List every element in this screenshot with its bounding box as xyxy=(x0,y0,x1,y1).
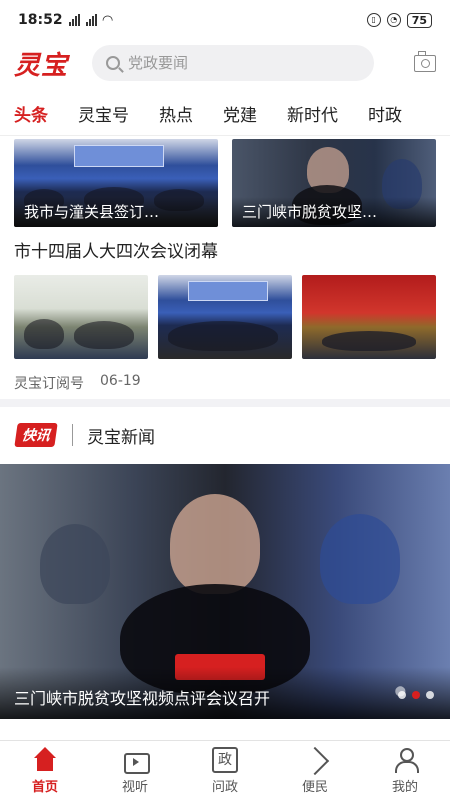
search-icon xyxy=(106,56,120,70)
carousel-dot[interactable] xyxy=(398,691,406,699)
carousel-dot-active[interactable] xyxy=(412,691,420,699)
attendee-shape xyxy=(24,319,64,349)
tv-icon xyxy=(122,747,150,774)
app-logo: 灵宝 xyxy=(14,50,69,81)
nav-wenzheng-label: 问政 xyxy=(211,779,238,795)
stage-shape xyxy=(322,331,416,351)
alarm-icon: ◔ xyxy=(386,13,401,27)
attendee-shape xyxy=(74,321,134,349)
tab-dangjian[interactable]: 党建 xyxy=(223,101,257,126)
nav-media[interactable]: 视听 xyxy=(100,747,170,795)
status-bar: 18:52 ◠ ▯ ◔ 75 xyxy=(0,0,450,40)
flash-badge: 快讯 xyxy=(14,423,58,447)
stage-screen xyxy=(74,145,164,167)
attendee-shape xyxy=(320,514,400,604)
bottom-navigation: 首页 视听 政 问政 便民 我的 xyxy=(0,740,450,800)
article-meta: 灵宝订阅号 06-19 xyxy=(14,373,141,393)
hero-carousel[interactable]: 三门峡市脱贫攻坚视频点评会议召开 ⬤ xyxy=(0,464,450,719)
zheng-icon: 政 xyxy=(212,746,238,773)
article-image-2[interactable] xyxy=(158,275,292,359)
camera-icon[interactable] xyxy=(414,50,436,72)
vibrate-icon: ▯ xyxy=(366,13,381,27)
article-date: 06-19 xyxy=(100,373,141,389)
battery-icon: 75 xyxy=(406,12,432,28)
article-title[interactable]: 市十四届人大四次会议闭幕 xyxy=(14,237,218,262)
user-icon xyxy=(392,747,419,773)
channel-tabs: 头条 灵宝号 热点 党建 新时代 时政 xyxy=(0,92,450,136)
top-news-row: 我市与潼关县签订… 三门峡市脱贫攻坚… xyxy=(14,139,436,227)
search-input[interactable] xyxy=(128,54,348,72)
send-icon xyxy=(302,747,328,773)
signal-icon-2 xyxy=(85,14,97,26)
wifi-icon: ◠ xyxy=(102,12,113,28)
news-card-2[interactable]: 三门峡市脱贫攻坚… xyxy=(232,139,436,227)
search-bar[interactable] xyxy=(92,45,374,81)
tab-redian[interactable]: 热点 xyxy=(159,101,193,126)
audience-shape xyxy=(168,321,278,351)
carousel-dots[interactable] xyxy=(398,691,434,699)
hero-caption: 三门峡市脱贫攻坚视频点评会议召开 xyxy=(0,667,450,719)
news-card-caption: 三门峡市脱贫攻坚… xyxy=(232,197,436,227)
tab-toutiao[interactable]: 头条 xyxy=(14,101,48,126)
nav-home-label: 首页 xyxy=(31,779,58,795)
nav-wenzheng[interactable]: 政 问政 xyxy=(190,746,260,795)
home-icon xyxy=(32,746,58,773)
stage-screen xyxy=(188,281,268,301)
article-source: 灵宝订阅号 xyxy=(14,376,84,392)
nav-service[interactable]: 便民 xyxy=(280,747,350,795)
tab-xinshidai[interactable]: 新时代 xyxy=(287,101,338,126)
article-image-3[interactable] xyxy=(302,275,436,359)
nav-media-label: 视听 xyxy=(121,779,148,795)
news-card-caption: 我市与潼关县签订… xyxy=(14,197,218,227)
section-divider xyxy=(0,399,450,407)
flash-title: 灵宝新闻 xyxy=(87,427,155,448)
tab-lingbaohao[interactable]: 灵宝号 xyxy=(78,101,129,126)
attendee-shape xyxy=(40,524,110,604)
nav-profile[interactable]: 我的 xyxy=(370,747,440,795)
news-card-1[interactable]: 我市与潼关县签订… xyxy=(14,139,218,227)
flash-news-header[interactable]: 快讯 灵宝新闻 xyxy=(0,407,450,463)
nav-service-label: 便民 xyxy=(301,779,328,795)
signal-icon xyxy=(68,14,80,26)
nav-profile-label: 我的 xyxy=(391,779,418,795)
carousel-dot[interactable] xyxy=(426,691,434,699)
app-header: 灵宝 xyxy=(0,40,450,86)
nav-home[interactable]: 首页 xyxy=(10,746,80,795)
article-image-1[interactable] xyxy=(14,275,148,359)
speaker-shape xyxy=(170,494,260,594)
flash-separator xyxy=(72,424,73,446)
status-left: 18:52 ◠ xyxy=(18,12,113,28)
article-images xyxy=(14,275,436,359)
tab-shizheng[interactable]: 时政 xyxy=(368,101,402,126)
status-time: 18:52 xyxy=(18,12,63,28)
status-right: ▯ ◔ 75 xyxy=(366,12,432,28)
news-feed[interactable]: 我市与潼关县签订… 三门峡市脱贫攻坚… 市十四届人大四次会议闭幕 灵宝订阅号 0… xyxy=(0,137,450,739)
